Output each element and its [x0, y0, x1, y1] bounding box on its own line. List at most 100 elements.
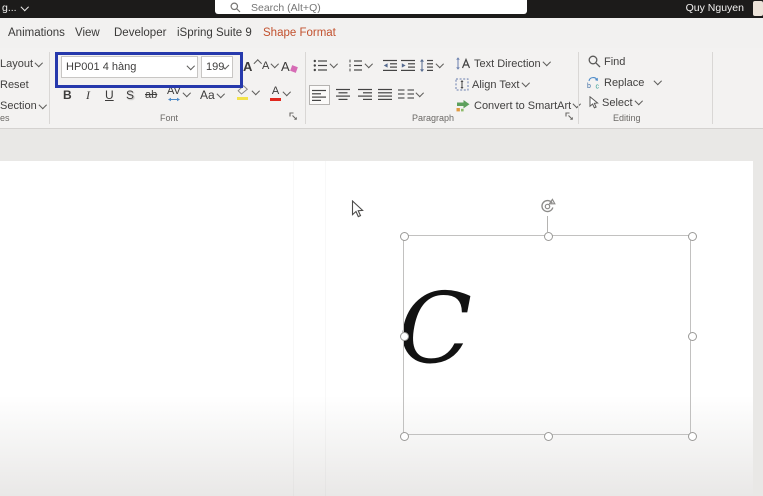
- numbered-list-icon: [349, 59, 362, 72]
- chevron-down-icon: [182, 88, 191, 97]
- character-spacing-button[interactable]: AV: [167, 86, 191, 102]
- text-shadow-button[interactable]: S: [126, 88, 134, 102]
- align-right-button[interactable]: [358, 88, 373, 101]
- replace-button[interactable]: b c Replace: [586, 76, 662, 90]
- increase-font-size-button[interactable]: A: [243, 59, 263, 74]
- ribbon: Layout Reset Section es HP001 4 hàng 199…: [0, 48, 763, 129]
- resize-handle-middle-right[interactable]: [687, 331, 697, 341]
- chevron-down-icon: [415, 88, 424, 97]
- chevron-down-icon: [216, 89, 225, 98]
- text-direction-button[interactable]: Text Direction: [455, 57, 551, 70]
- slide-guide-line: [325, 161, 326, 496]
- font-size-value: 199: [206, 61, 225, 73]
- chevron-up-icon: [254, 59, 263, 68]
- strikethrough-button[interactable]: ab: [145, 89, 157, 101]
- chevron-down-icon: [521, 79, 530, 87]
- decrease-indent-button[interactable]: [383, 59, 398, 72]
- resize-handle-top-left[interactable]: [399, 231, 409, 241]
- italic-button[interactable]: I: [86, 88, 90, 103]
- smartart-icon: [456, 100, 470, 112]
- chevron-down-icon: [282, 88, 291, 96]
- font-name-combobox[interactable]: HP001 4 hàng: [61, 56, 198, 78]
- justify-button[interactable]: [378, 88, 393, 101]
- find-button[interactable]: Find: [588, 55, 625, 68]
- chevron-down-icon: [329, 60, 338, 68]
- highlight-color-bar: [237, 97, 248, 100]
- tab-shape-format[interactable]: Shape Format: [263, 18, 336, 48]
- chevron-down-icon: [271, 60, 279, 68]
- increase-indent-icon: [401, 59, 415, 71]
- font-color-button[interactable]: A: [270, 86, 291, 101]
- decrease-indent-icon: [383, 59, 397, 71]
- paragraph-group-label: Paragraph: [412, 113, 455, 123]
- align-center-icon: [336, 88, 350, 100]
- reset-button[interactable]: Reset: [0, 79, 29, 91]
- font-size-combobox[interactable]: 199: [201, 56, 233, 78]
- increase-indent-button[interactable]: [401, 59, 416, 72]
- search-icon: [230, 2, 241, 13]
- resize-handle-middle-left[interactable]: [399, 331, 409, 341]
- rotation-handle-connector: [547, 216, 548, 232]
- numbering-button[interactable]: [348, 59, 373, 72]
- select-cursor-icon: [589, 96, 599, 109]
- chevron-down-icon: [634, 97, 643, 105]
- convert-to-smartart-button[interactable]: Convert to SmartArt: [455, 99, 581, 112]
- align-right-icon: [358, 88, 372, 100]
- search-input[interactable]: [249, 0, 503, 16]
- resize-handle-bottom-middle[interactable]: [543, 431, 553, 441]
- select-button[interactable]: Select: [588, 96, 643, 109]
- line-spacing-button[interactable]: [419, 59, 444, 72]
- tab-animations[interactable]: Animations: [8, 18, 65, 48]
- resize-handle-top-middle[interactable]: [543, 231, 553, 241]
- change-case-button[interactable]: Aa: [200, 88, 225, 102]
- layout-button[interactable]: Layout: [0, 58, 43, 70]
- align-left-icon: [312, 89, 326, 101]
- font-color-bar: [270, 98, 281, 101]
- ribbon-tab-bar: Animations View Developer iSpring Suite …: [0, 18, 763, 48]
- text-direction-icon: [456, 57, 471, 70]
- tab-developer[interactable]: Developer: [114, 18, 166, 48]
- underline-button[interactable]: U: [105, 88, 114, 102]
- avatar[interactable]: [753, 1, 763, 16]
- paragraph-dialog-launcher[interactable]: [565, 112, 574, 121]
- rotation-handle[interactable]: [538, 197, 557, 216]
- chevron-down-icon: [542, 58, 551, 66]
- editing-group-label: Editing: [613, 113, 641, 123]
- resize-handle-bottom-left[interactable]: [399, 431, 409, 441]
- chevron-down-icon: [573, 100, 581, 108]
- chevron-down-icon: [251, 87, 260, 95]
- clear-formatting-button[interactable]: A: [281, 59, 298, 74]
- justify-icon: [378, 88, 392, 100]
- columns-button[interactable]: [398, 88, 424, 100]
- textbox-selection[interactable]: [403, 235, 691, 435]
- group-separator: [305, 52, 306, 124]
- font-group-label: Font: [160, 113, 179, 123]
- eraser-icon: [289, 64, 298, 73]
- align-text-icon: [455, 78, 469, 91]
- resize-handle-top-right[interactable]: [687, 231, 697, 241]
- align-left-button[interactable]: [309, 85, 330, 105]
- tab-ispring-suite-9[interactable]: iSpring Suite 9: [177, 18, 252, 48]
- bold-button[interactable]: B: [63, 88, 72, 102]
- bullets-button[interactable]: [313, 59, 338, 72]
- replace-icon: b c: [587, 77, 600, 90]
- section-button[interactable]: Section: [0, 100, 47, 112]
- font-dialog-launcher[interactable]: [289, 112, 298, 121]
- align-center-button[interactable]: [336, 88, 351, 101]
- file-menu-label[interactable]: g...: [2, 2, 29, 14]
- tab-view[interactable]: View: [75, 18, 100, 48]
- user-name[interactable]: Quy Nguyen: [686, 2, 744, 14]
- font-name-value: HP001 4 hàng: [66, 61, 137, 73]
- file-menu-text: g...: [2, 2, 17, 14]
- group-separator: [49, 52, 50, 124]
- svg-text:c: c: [596, 84, 600, 90]
- chevron-down-icon: [435, 60, 444, 68]
- resize-handle-bottom-right[interactable]: [687, 431, 697, 441]
- decrease-font-size-button[interactable]: A: [262, 60, 279, 72]
- title-bar: g... Quy Nguyen: [0, 0, 763, 18]
- search-box[interactable]: [215, 0, 527, 16]
- align-text-button[interactable]: Align Text: [455, 78, 530, 91]
- chevron-down-icon: [20, 2, 29, 11]
- slide-guide-line: [293, 161, 294, 496]
- horizontal-arrows-icon: [167, 97, 180, 102]
